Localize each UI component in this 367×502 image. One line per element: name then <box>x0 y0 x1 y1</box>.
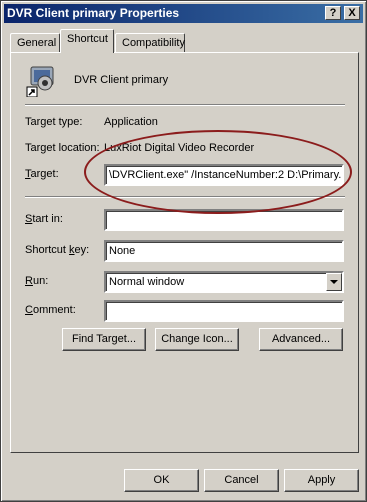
start-in-label: Start in: <box>25 213 63 225</box>
tab-compatibility[interactable]: Compatibility <box>115 33 185 52</box>
target-type-value: Application <box>104 116 158 128</box>
shortcut-name: DVR Client primary <box>74 74 169 86</box>
change-icon-button[interactable]: Change Icon... <box>155 328 239 351</box>
run-label: Run: <box>25 275 49 287</box>
help-button[interactable]: ? <box>325 6 341 20</box>
tab-general-label: General <box>17 37 57 49</box>
apply-button[interactable]: Apply <box>284 469 359 492</box>
comment-input[interactable] <box>104 300 344 322</box>
ok-button[interactable]: OK <box>124 469 199 492</box>
properties-dialog: DVR Client primary Properties ? X Genera… <box>0 0 367 502</box>
tab-general[interactable]: General <box>10 33 60 52</box>
shortcut-key-input[interactable]: None <box>104 240 344 262</box>
application-icon <box>25 63 59 98</box>
advanced-button[interactable]: Advanced... <box>259 328 343 351</box>
tab-shortcut[interactable]: Shortcut <box>60 29 114 53</box>
title-bar[interactable]: DVR Client primary Properties ? X <box>4 4 363 23</box>
separator <box>25 104 345 106</box>
close-button[interactable]: X <box>344 6 360 20</box>
target-label: Target: <box>25 168 59 180</box>
shortcut-key-label: Shortcut key: <box>25 244 90 256</box>
tab-compatibility-label: Compatibility <box>122 37 185 49</box>
shortcut-panel: DVR Client primary Target type: Applicat… <box>10 52 359 453</box>
target-location-value: LuxRiot Digital Video Recorder <box>104 142 255 154</box>
start-in-input[interactable] <box>104 209 344 231</box>
window-title: DVR Client primary Properties <box>7 6 180 20</box>
run-select[interactable]: Normal window <box>104 271 344 293</box>
run-select-value: Normal window <box>109 276 185 288</box>
separator <box>25 196 345 198</box>
cancel-button[interactable]: Cancel <box>204 469 279 492</box>
target-input[interactable]: \DVRClient.exe" /InstanceNumber:2 D:\Pri… <box>104 164 344 186</box>
chevron-down-icon[interactable] <box>326 273 342 291</box>
target-type-label: Target type: <box>25 116 83 128</box>
target-location-label: Target location: <box>25 142 100 154</box>
comment-label: Comment: <box>25 304 76 316</box>
tab-shortcut-label: Shortcut <box>67 33 108 45</box>
find-target-button[interactable]: Find Target... <box>62 328 146 351</box>
